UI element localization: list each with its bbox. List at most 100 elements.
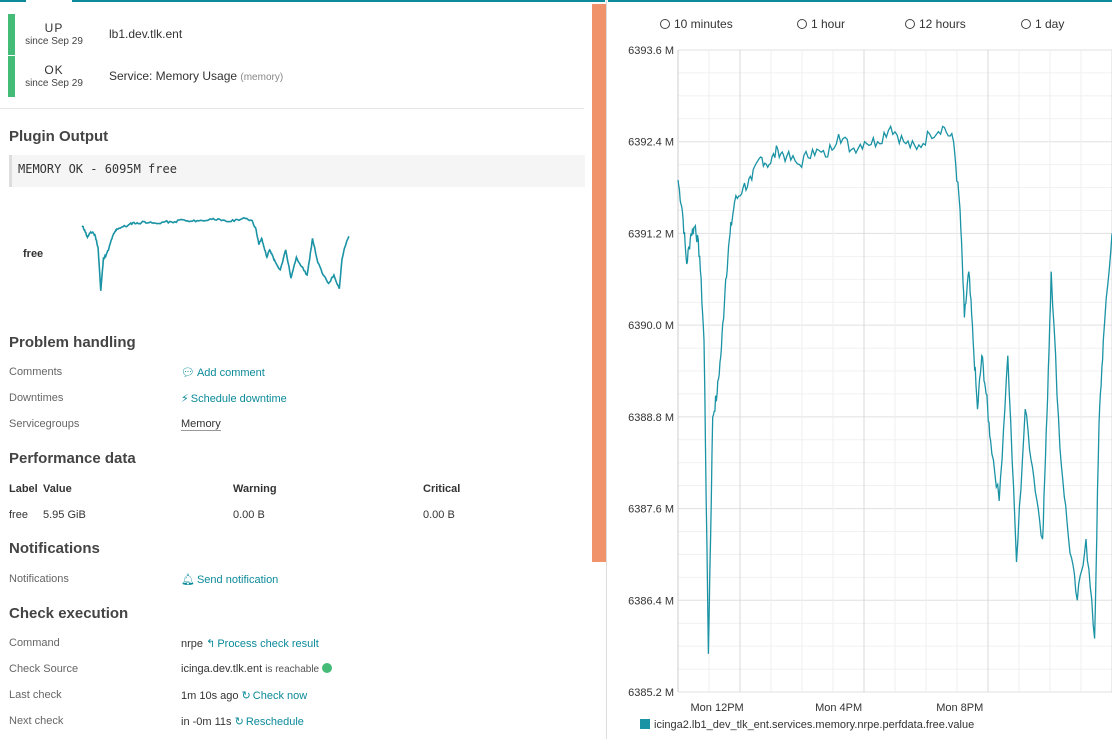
reachable-status-icon: [322, 663, 333, 673]
chart-grid: [677, 49, 1112, 693]
y-tick-label: 6390.0 M: [628, 320, 674, 332]
send-notification-link[interactable]: 🔔︎ Send notification: [181, 573, 278, 586]
perf-header-warning: Warning: [233, 483, 277, 495]
check-source-status: is reachable: [265, 664, 320, 675]
comment-icon: 💬︎: [181, 367, 195, 379]
y-tick-label: 6391.2 M: [628, 228, 674, 240]
schedule-downtime-label: Schedule downtime: [190, 393, 287, 405]
last-check-time: 1m 10s ago: [181, 690, 239, 702]
process-check-result-link[interactable]: ↰ Process check result: [206, 638, 319, 650]
reschedule-link[interactable]: ↻ Reschedule: [235, 716, 304, 728]
host-state-label: UP: [44, 21, 64, 35]
next-check-value: in -0m 11s ↻ Reschedule: [181, 715, 304, 728]
y-tick-label: 6393.6 M: [628, 45, 674, 57]
header-separator: [0, 108, 584, 109]
refresh-icon: ↻: [234, 716, 244, 728]
plug-icon: ⚡︎: [181, 393, 189, 405]
tab-10-minutes[interactable]: 10 minutes: [660, 17, 733, 31]
tab-1-day[interactable]: 1 day: [1021, 17, 1064, 31]
servicegroups-label: Servicegroups: [9, 418, 80, 430]
clock-icon: [905, 19, 915, 29]
sparkline-label: free: [23, 248, 44, 260]
host-name[interactable]: lb1.dev.tlk.ent: [109, 27, 182, 41]
service-state-label: OK: [44, 63, 64, 77]
comments-label: Comments: [9, 366, 63, 378]
perf-cell-critical: 0.00 B: [423, 509, 455, 521]
pane-border: [606, 0, 607, 739]
servicegroup-memory-link[interactable]: Memory: [181, 418, 221, 431]
check-now-link[interactable]: ↻ Check now: [242, 690, 308, 702]
x-tick-label: Mon 4PM: [815, 702, 862, 714]
refresh-icon: ↻: [241, 690, 251, 702]
legend-swatch: [640, 719, 650, 729]
service-state-row[interactable]: OK since Sep 29 Service: Memory Usage (m…: [8, 56, 584, 97]
service-name-sub: (memory): [240, 72, 284, 83]
send-notification-label: Send notification: [196, 574, 279, 586]
check-source-host: icinga.dev.tlk.ent: [181, 663, 263, 675]
y-tick-label: 6388.8 M: [628, 412, 674, 424]
perf-header-value: Value: [43, 483, 72, 495]
resize-handle[interactable]: [592, 4, 606, 562]
service-state-bar: [8, 56, 15, 97]
tab-12-hours-label: 12 hours: [919, 17, 966, 31]
host-state-bar: [8, 14, 15, 55]
y-tick-label: 6386.4 M: [628, 595, 674, 607]
tab-12-hours[interactable]: 12 hours: [905, 17, 966, 31]
plugin-output-title: Plugin Output: [9, 128, 109, 145]
command-name: nrpe: [181, 638, 204, 650]
bell-icon: 🔔︎: [181, 574, 195, 586]
perf-cell-value: 5.95 GiB: [43, 509, 86, 521]
sparkline-chart: [81, 216, 350, 291]
servicegroup-memory-label: Memory: [181, 418, 221, 431]
y-tick-label: 6392.4 M: [628, 137, 674, 149]
notifications-label: Notifications: [9, 573, 69, 585]
check-source-value: icinga.dev.tlk.ent is reachable: [181, 663, 333, 675]
perf-header-critical: Critical: [423, 483, 461, 495]
check-now-label: Check now: [252, 690, 308, 702]
process-check-result-label: Process check result: [217, 638, 319, 650]
problem-handling-title: Problem handling: [9, 334, 136, 351]
service-name-text: Service: Memory Usage: [109, 69, 238, 83]
service-state-since: since Sep 29: [25, 78, 83, 89]
notifications-title: Notifications: [9, 540, 100, 557]
y-tick-label: 6387.6 M: [628, 504, 674, 516]
service-state: OK since Sep 29: [22, 56, 86, 89]
tab-1-hour[interactable]: 1 hour: [797, 17, 845, 31]
x-tick-label: Mon 12PM: [691, 702, 744, 714]
last-check-label: Last check: [9, 689, 62, 701]
command-value: nrpe ↰ Process check result: [181, 637, 319, 650]
perf-cell-label: free: [9, 509, 28, 521]
service-name[interactable]: Service: Memory Usage (memory): [109, 69, 283, 83]
host-state-row[interactable]: UP since Sep 29 lb1.dev.tlk.ent: [8, 14, 584, 55]
downtimes-label: Downtimes: [9, 392, 64, 404]
time-range-tabs: 10 minutes 1 hour 12 hours 1 day: [610, 14, 1112, 34]
host-state-since: since Sep 29: [25, 36, 83, 47]
add-comment-label: Add comment: [196, 367, 265, 379]
tab-10-minutes-label: 10 minutes: [674, 17, 733, 31]
memory-free-chart: 6385.2 M 6386.4 M 6387.6 M 6388.8 M 6390.0 M…: [628, 45, 1112, 714]
add-comment-link[interactable]: 💬︎ Add comment: [181, 366, 265, 379]
reschedule-label: Reschedule: [245, 716, 304, 728]
clock-icon: [1021, 19, 1031, 29]
host-state: UP since Sep 29: [22, 14, 86, 47]
y-axis-ticks: 6385.2 M 6386.4 M 6387.6 M 6388.8 M 6390.0 M…: [628, 45, 674, 699]
perf-header-label: Label: [9, 483, 38, 495]
schedule-downtime-link[interactable]: ⚡︎ Schedule downtime: [181, 392, 287, 405]
last-check-value: 1m 10s ago ↻ Check now: [181, 689, 307, 702]
performance-data-title: Performance data: [9, 450, 136, 467]
top-accent-line-right: [608, 0, 1112, 2]
chart-legend[interactable]: icinga2.lb1_dev_tlk_ent.services.memory.…: [640, 719, 974, 731]
detail-pane: UP since Sep 29 lb1.dev.tlk.ent OK since…: [0, 0, 606, 739]
check-source-label: Check Source: [9, 663, 79, 675]
legend-label: icinga2.lb1_dev_tlk_ent.services.memory.…: [654, 719, 975, 731]
next-check-time: in -0m 11s: [181, 716, 232, 728]
check-execution-title: Check execution: [9, 605, 129, 622]
plugin-output-text: MEMORY OK - 6095M free: [9, 155, 585, 187]
perf-cell-warning: 0.00 B: [233, 509, 265, 521]
command-label: Command: [9, 637, 60, 649]
next-check-label: Next check: [9, 715, 64, 727]
sparkline-series: [81, 216, 350, 291]
clock-icon: [797, 19, 807, 29]
x-axis-ticks: Mon 12PM Mon 4PM Mon 8PM: [691, 702, 984, 714]
y-tick-label: 6385.2 M: [628, 687, 674, 699]
